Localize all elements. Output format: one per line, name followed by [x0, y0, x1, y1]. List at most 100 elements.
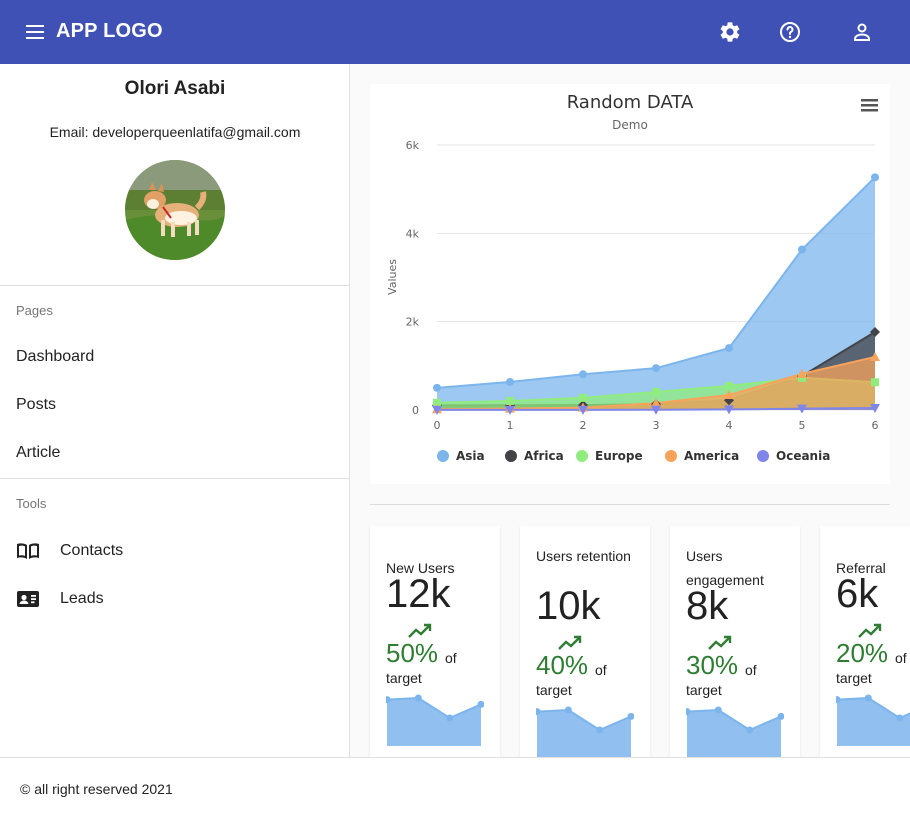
y-axis-label: Values	[386, 259, 399, 295]
sparkline-point	[864, 694, 872, 702]
chart-title: Random DATA	[567, 92, 694, 113]
data-point-europe	[652, 387, 660, 396]
stat-target-label: target	[836, 670, 872, 686]
stat-target-label: target	[536, 682, 572, 698]
nav-item-leads[interactable]: Leads	[16, 587, 316, 611]
legend-symbol	[505, 450, 517, 462]
contact-card-icon	[16, 587, 40, 611]
stat-percent: 20%	[836, 638, 889, 668]
sidebar: Olori Asabi Email: developerqueenlatifa@…	[0, 64, 350, 757]
contacts-label: Contacts	[60, 542, 124, 559]
menu-icon[interactable]	[26, 25, 44, 39]
account-icon[interactable]	[850, 20, 874, 44]
stat-of-label: of	[745, 662, 757, 678]
legend-label: Oceania	[776, 449, 830, 463]
sparkline-point	[896, 714, 904, 722]
stat-value: 12k	[386, 572, 451, 616]
copyright-text: © all right reserved 2021	[20, 781, 173, 797]
gear-icon[interactable]	[718, 20, 742, 44]
x-tick-label: 6	[872, 419, 879, 432]
book-icon	[16, 539, 40, 563]
stat-card-users-retention: Users retention 10k 40% of target	[520, 526, 650, 757]
sparkline-area	[387, 698, 481, 746]
legend-label: Europe	[595, 449, 643, 463]
data-point-asia	[725, 344, 733, 353]
content-divider	[370, 504, 890, 505]
sparkline	[386, 686, 484, 746]
sparkline-point	[596, 726, 604, 734]
main-content: Random DATA Demo Values 0 2k 4k 6k 0 1 2 3 4 5 6 As…	[350, 64, 910, 757]
app-logo[interactable]: APP LOGO	[56, 20, 163, 43]
stat-value: 6k	[836, 572, 879, 616]
stat-target-label: target	[686, 682, 722, 698]
sparkline-point	[564, 706, 572, 714]
sparkline-point	[446, 714, 454, 722]
profile-name: Olori Asabi	[124, 78, 226, 99]
x-tick-label: 3	[653, 419, 660, 432]
pages-section-title: Pages	[16, 303, 53, 318]
legend-item-asia[interactable]: Asia	[437, 449, 485, 463]
stat-percent: 50%	[386, 638, 439, 668]
legend-label: America	[684, 449, 739, 463]
y-tick-label: 0	[412, 404, 419, 417]
data-point-europe	[725, 381, 733, 390]
profile-email: Email: developerqueenlatifa@gmail.com	[49, 124, 301, 140]
data-point-asia	[798, 245, 806, 254]
legend-symbol	[757, 450, 769, 462]
footer: © all right reserved 2021	[0, 757, 910, 818]
data-point-europe	[871, 378, 879, 387]
pages-divider	[0, 478, 350, 479]
legend-item-africa[interactable]: Africa	[505, 449, 564, 463]
sparkline-point	[414, 694, 422, 702]
data-point-asia	[579, 370, 587, 379]
avatar	[125, 160, 225, 260]
stat-value: 8k	[686, 584, 729, 628]
data-point-asia	[871, 173, 879, 182]
legend-label: Africa	[524, 449, 564, 463]
sparkline	[836, 686, 910, 746]
nav-item-dashboard[interactable]: Dashboard	[16, 348, 94, 366]
y-tick-label: 6k	[406, 139, 420, 152]
stat-of-label: of	[595, 662, 607, 678]
stat-title: Users retention	[536, 548, 631, 564]
stat-card-new-users: New Users 12k 50% of target	[370, 526, 500, 757]
sparkline-area	[687, 710, 781, 757]
stat-target-label: target	[386, 670, 422, 686]
legend-item-europe[interactable]: Europe	[576, 449, 643, 463]
stat-card-users-engagement: Users engagement 8k 30% of target	[670, 526, 800, 757]
legend-symbol	[576, 450, 588, 462]
x-tick-label: 1	[507, 419, 514, 432]
legend-item-oceania[interactable]: Oceania	[757, 449, 830, 463]
sparkline	[536, 698, 634, 757]
data-point-europe	[579, 393, 587, 402]
x-tick-label: 4	[726, 419, 733, 432]
stat-percent: 30%	[686, 650, 739, 680]
legend-label: Asia	[456, 449, 485, 463]
x-tick-label: 2	[580, 419, 587, 432]
profile-divider	[0, 285, 350, 286]
area-chart-card: Random DATA Demo Values 0 2k 4k 6k 0 1 2 3 4 5 6 As…	[370, 84, 890, 484]
tools-section-title: Tools	[16, 496, 47, 511]
nav-item-contacts[interactable]: Contacts	[16, 539, 316, 563]
y-tick-label: 4k	[406, 227, 420, 240]
stat-card-referral: Referral 6k 20% of target	[820, 526, 910, 757]
legend-symbol	[437, 450, 449, 462]
help-icon[interactable]	[778, 20, 802, 44]
sparkline-point	[746, 726, 754, 734]
chart-subtitle: Demo	[612, 118, 648, 132]
sparkline-point	[714, 706, 722, 714]
nav-item-posts[interactable]: Posts	[16, 396, 56, 414]
stat-of-label: of	[445, 650, 457, 666]
stat-value: 10k	[536, 584, 601, 628]
data-point-asia	[506, 377, 514, 386]
data-point-asia	[433, 383, 441, 392]
app-bar: APP LOGO	[0, 0, 910, 64]
legend-item-america[interactable]: America	[665, 449, 739, 463]
sparkline-area	[837, 698, 910, 746]
chart-menu-icon[interactable]	[861, 99, 878, 112]
x-tick-label: 0	[434, 419, 441, 432]
sparkline-area	[537, 710, 631, 757]
stat-of-label: of	[895, 650, 907, 666]
nav-item-article[interactable]: Article	[16, 444, 60, 462]
sparkline	[686, 698, 784, 757]
